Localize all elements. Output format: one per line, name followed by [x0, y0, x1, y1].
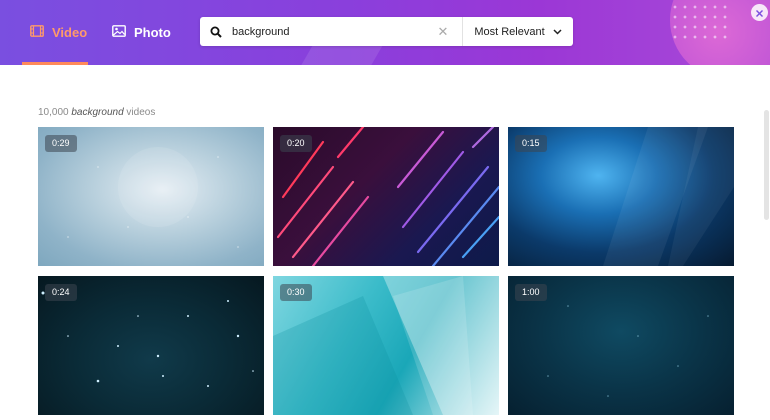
- chevron-down-icon: [553, 26, 562, 38]
- sort-label: Most Relevant: [474, 25, 545, 38]
- video-thumbnail[interactable]: 0:20: [273, 127, 499, 266]
- top-header: Video Photo ✕ Most Relevant: [0, 0, 770, 65]
- video-duration: 1:00: [515, 284, 547, 301]
- video-thumbnail[interactable]: 0:24: [38, 276, 264, 415]
- header-decoration-dots: [670, 2, 730, 42]
- video-thumbnail[interactable]: 1:00: [508, 276, 734, 415]
- video-duration: 0:24: [45, 284, 77, 301]
- image-icon: [112, 24, 126, 40]
- tab-video-label: Video: [52, 24, 88, 40]
- video-duration: 0:20: [280, 135, 312, 152]
- active-tab-indicator: [22, 62, 88, 65]
- scrollbar[interactable]: [764, 110, 769, 220]
- results-suffix: videos: [126, 107, 156, 118]
- results-count: 10,000 background videos: [38, 107, 155, 118]
- tab-photo[interactable]: Photo: [112, 22, 171, 42]
- video-thumbnail[interactable]: 0:30: [273, 276, 499, 415]
- film-icon: [30, 24, 44, 40]
- video-duration: 0:15: [515, 135, 547, 152]
- video-thumbnail[interactable]: 0:29: [38, 127, 264, 266]
- sort-dropdown[interactable]: Most Relevant: [463, 26, 573, 38]
- clear-search-icon[interactable]: ✕: [432, 24, 454, 40]
- video-thumbnail[interactable]: 0:15: [508, 127, 734, 266]
- video-duration: 0:29: [45, 135, 77, 152]
- results-query: background: [71, 107, 124, 118]
- results-number: 10,000: [38, 107, 69, 118]
- tab-video[interactable]: Video: [30, 22, 87, 42]
- search-input[interactable]: [232, 17, 432, 46]
- close-button[interactable]: [751, 4, 768, 21]
- search-bar: ✕ Most Relevant: [200, 17, 573, 46]
- search-icon: [200, 26, 232, 38]
- video-duration: 0:30: [280, 284, 312, 301]
- close-icon: [756, 4, 763, 22]
- tab-photo-label: Photo: [134, 24, 171, 40]
